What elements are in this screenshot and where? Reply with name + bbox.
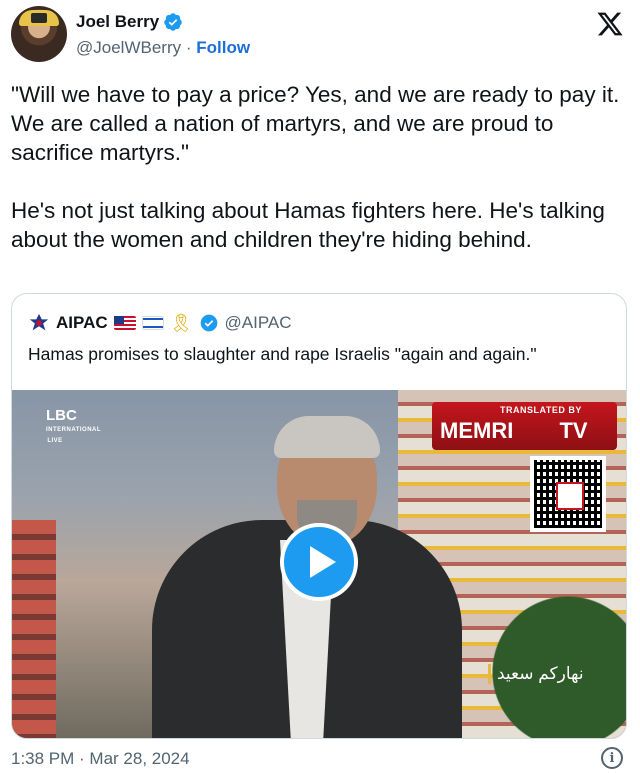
speaker-hair [274,416,380,458]
quoted-tweet-text: Hamas promises to slaughter and rape Isr… [28,344,537,364]
author-name[interactable]: Joel Berry [76,12,159,32]
author-avatar[interactable] [11,6,67,62]
arabic-caption: نهاركم سعيد [488,664,584,684]
building-left [12,520,56,738]
quoted-author-handle[interactable]: @AIPAC [225,313,292,333]
quoted-tweet-header: AIPAC 🎗 @AIPAC [28,312,292,334]
quoted-author-name[interactable]: AIPAC [56,313,108,333]
play-icon[interactable] [280,523,358,601]
info-icon[interactable]: i [601,747,623,769]
lbc-live: LIVE [47,438,63,444]
author-block: Joel Berry @JoelWBerry · Follow [76,12,250,58]
translated-by-label: TRANSLATED BY [500,405,582,415]
separator: · [185,38,192,57]
us-flag-icon [113,316,136,330]
verified-badge-icon [164,13,182,31]
lbc-logo: LBC INTERNATIONAL LIVE [46,408,102,445]
memri-label: MEMRI TV [440,418,588,444]
author-handle[interactable]: @JoelWBerry [76,38,181,57]
trees [478,570,626,738]
lbc-sub: INTERNATIONAL [46,427,102,433]
aipac-logo-icon [29,313,49,331]
follow-button[interactable]: Follow [196,38,250,57]
israel-flag-icon [141,316,164,330]
memri-text: MEMRI [440,418,514,443]
lbc-logo-text: LBC [46,407,77,424]
tweet-timestamp[interactable]: 1:38 PM · Mar 28, 2024 [11,749,190,769]
quoted-tweet-card[interactable]: AIPAC 🎗 @AIPAC Hamas promises to slaught… [11,293,627,739]
qr-code [530,456,606,532]
memri-tv-text: TV [559,418,588,443]
memri-tv-badge: TRANSLATED BY MEMRI TV [432,402,617,450]
video-player[interactable]: LBC INTERNATIONAL LIVE TRANSLATED BY MEM… [12,390,626,738]
yellow-ribbon-icon: 🎗 [169,312,193,333]
x-logo-icon[interactable] [596,10,624,38]
verified-badge-icon [200,314,217,332]
tweet-text: "Will we have to pay a price? Yes, and w… [11,82,620,252]
author-handle-row: @JoelWBerry · Follow [76,38,250,58]
